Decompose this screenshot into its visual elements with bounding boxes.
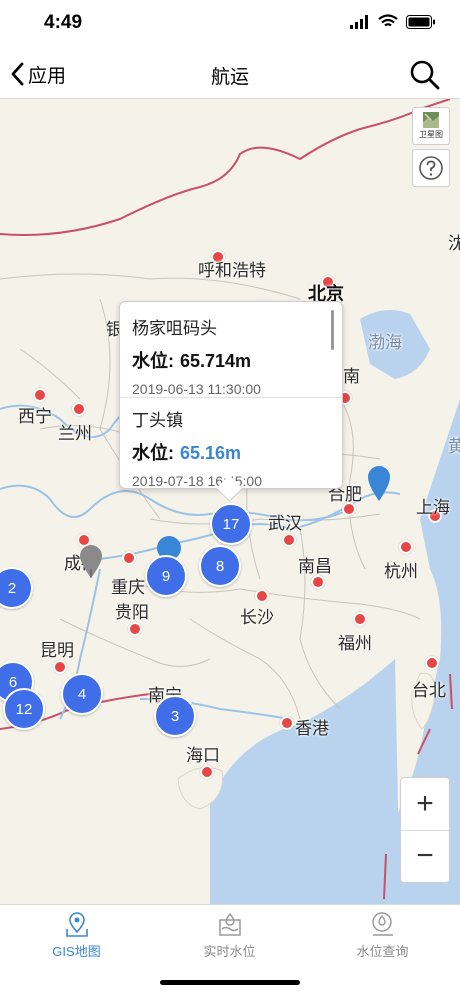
zoom-in-button[interactable]: + [401,778,449,830]
city-label: 台北 [412,681,446,700]
water-level-row: 水位: 65.16m [132,439,328,465]
tab-water-level-query[interactable]: 水位查询 [306,911,459,971]
cluster-marker[interactable]: 12 [3,688,45,730]
city-dot [353,612,367,626]
city-label: 福州 [338,634,372,653]
city-label: 上海 [416,498,450,517]
national-border [0,99,451,236]
search-icon [410,60,440,90]
cluster-marker[interactable]: 3 [154,695,196,737]
city-label: 香港 [295,719,329,738]
city-label: 海口 [186,746,220,765]
satellite-map-icon [423,112,439,128]
location-pin-gray[interactable] [78,543,104,579]
sea-label: 黄 [448,437,460,456]
city-label: 沈 [448,234,460,253]
cluster-marker[interactable]: 8 [199,545,241,587]
city-label: 重庆 [111,578,145,597]
water-search-icon [371,912,393,936]
page-title: 航运 [210,67,249,88]
city-dot [282,533,296,547]
city-dot [425,656,439,670]
tab-label: GIS地图 [52,944,101,959]
city-label: 杭州 [384,562,418,581]
city-dot [128,622,142,636]
city-dot [200,765,214,779]
location-pin-blue[interactable] [366,464,392,502]
tab-label: 实时水位 [203,944,256,959]
city-dot [72,402,86,416]
city-label: 昆明 [40,641,74,660]
zoom-controls: + − [400,777,450,883]
sea-label: 渤海 [368,333,402,352]
city-label: 南昌 [298,557,332,576]
station-name: 杨家咀码头 [132,319,217,338]
cluster-marker[interactable]: 4 [61,673,103,715]
tab-label: 水位查询 [356,944,409,959]
city-dot [122,551,136,565]
navigation-bar: 应用 航运 [0,50,460,99]
water-level-value: 65.16m [180,443,242,463]
station-name: 丁头镇 [132,411,183,430]
satellite-toggle-button[interactable]: 卫星图 [412,107,450,145]
city-label: 武汉 [268,514,302,533]
popup-scrollbar[interactable] [331,310,334,350]
city-label: 呼和浩特 [198,261,266,280]
tab-gis-map[interactable]: GIS地图 [0,911,153,971]
map-view[interactable]: 呼和浩特 北京 银 渤海 西宁 兰州 济南 合肥 上海 武汉 成都 重庆 南昌 … [0,99,460,904]
station-popup: 杨家咀码头 水位: 65.714m 2019-06-13 11:30:00 丁头镇… [119,301,343,502]
water-level-label: 水位: [132,351,174,371]
city-dot [53,660,67,674]
city-dot [311,575,325,589]
city-dot [33,388,47,402]
help-button[interactable] [412,149,450,187]
tab-realtime-water-level[interactable]: 实时水位 [153,911,306,971]
map-pin-icon [65,912,88,937]
cluster-marker[interactable]: 9 [145,555,187,597]
home-indicator[interactable] [160,980,300,985]
battery-icon [406,14,435,29]
city-dot [280,716,294,730]
status-icons [350,14,436,29]
water-level-icon [218,912,241,936]
station-timestamp: 2019-06-13 11:30:00 [132,381,261,397]
city-label: 兰州 [58,424,92,443]
status-time: 4:49 [44,12,83,33]
city-label: 贵阳 [115,603,149,622]
city-label: 长沙 [240,608,274,627]
question-icon [419,156,443,180]
south-china-sea [210,659,400,904]
status-bar: 4:49 [0,0,460,50]
popup-divider [120,397,342,398]
water-level-row: 水位: 65.714m [132,347,328,373]
city-label: 西宁 [18,407,52,426]
search-button[interactable] [408,58,442,92]
wifi-icon [378,14,398,27]
signal-icon [350,14,368,29]
city-dot [399,540,413,554]
water-level-value: 65.714m [180,351,252,371]
station-entry[interactable]: 杨家咀码头 水位: 65.714m 2019-06-13 11:30:00 [132,314,328,397]
satellite-label: 卫星图 [419,130,443,139]
water-level-label: 水位: [132,443,174,463]
cluster-marker[interactable]: 17 [210,503,252,545]
zoom-out-button[interactable]: − [401,830,449,882]
city-dot [255,589,269,603]
